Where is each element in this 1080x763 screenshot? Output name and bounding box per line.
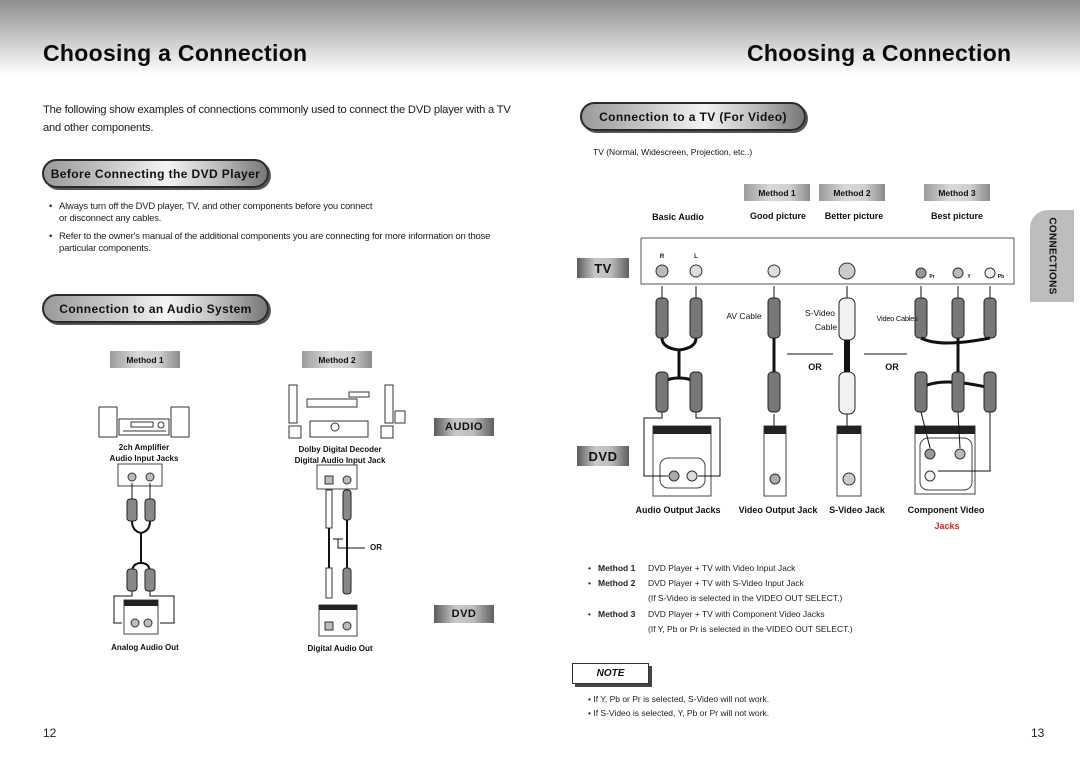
tv-jack-r: R	[659, 254, 665, 260]
method1-caption: Analog Audio Out	[111, 643, 179, 652]
bullet-item: Always turn off the DVD player, TV, and …	[49, 201, 379, 225]
method-row: • Method 2 DVD Player + TV with S-Video In…	[588, 578, 804, 589]
svideo-jack-caption: S-Video Jack	[829, 505, 885, 515]
svideo-cable-label-2: Cable	[814, 322, 838, 332]
method-row-sub: (If Y, Pb or Pr is selected in the VIDEO…	[648, 623, 853, 634]
connections-side-tab: CONNECTIONS	[1030, 210, 1074, 302]
section-heading-audio-system: Connection to an Audio System	[42, 294, 269, 323]
amplifier-illustration	[98, 406, 190, 438]
audio-output-jacks-caption: Audio Output Jacks	[635, 505, 721, 515]
better-picture-label: Better picture	[824, 211, 884, 221]
method-2-tag: Method 2	[302, 351, 372, 368]
page-title-right: Choosing a Connection	[747, 40, 1012, 66]
method-1-tag: Method 1	[110, 351, 180, 368]
method-row: • Method 3 DVD Player + TV with Component …	[588, 608, 825, 619]
before-bullets: Always turn off the DVD player, TV, and …	[49, 201, 509, 261]
best-picture-label: Best picture	[930, 211, 983, 221]
tv-jack-l: L	[694, 254, 698, 260]
audio-or-label: OR	[370, 543, 382, 552]
page-number-left: 12	[43, 726, 57, 740]
side-tab-label: CONNECTIONS	[1046, 217, 1058, 295]
section-heading-text: Connection to an Audio System	[59, 301, 252, 316]
dolby-decoder-illustration	[288, 384, 406, 439]
audio-device-tag: AUDIO	[434, 418, 494, 436]
tv-method-2-tag: Method 2	[819, 184, 885, 201]
bullet-item: Refer to the owner's manual of the addit…	[49, 231, 509, 255]
tv-jack-y: Y	[967, 274, 971, 280]
tv-connection-diagram	[640, 237, 1015, 497]
tv-types-text: TV (Normal, Widescreen, Projection, etc.…	[593, 147, 753, 157]
method-description-list: • Method 1 DVD Player + TV with Video Inpu…	[588, 561, 853, 637]
tv-jack-pb: Pb	[997, 274, 1005, 280]
section-heading-before-connecting: Before Connecting the DVD Player	[42, 159, 269, 188]
good-picture-label: Good picture	[750, 211, 806, 221]
method2-device-line1: Dolby Digital Decoder	[298, 445, 382, 454]
tv-device-tag: TV	[577, 258, 629, 278]
or-label-1: OR	[808, 362, 822, 372]
digital-audio-cable-diagram	[316, 464, 365, 637]
section-heading-tv-video: Connection to a TV (For Video)	[580, 102, 806, 131]
page-number-right: 13	[1031, 726, 1045, 740]
video-cables-label: Video Cables	[876, 314, 918, 323]
note-item: • If S-Video is selected, Y, Pb or Pr wi…	[588, 708, 770, 718]
basic-audio-label: Basic Audio	[652, 212, 704, 222]
method-row-sub: (If S-Video is selected in the VIDEO OUT…	[648, 593, 843, 604]
component-video-caption: Component Video	[907, 505, 985, 515]
analog-audio-cable-diagram	[113, 463, 175, 635]
tv-jack-pr: Pr	[929, 274, 935, 280]
dvd-device-tag-left: DVD	[434, 605, 494, 623]
method1-device-line1: 2ch Amplifier	[118, 443, 170, 452]
video-output-jack-caption: Video Output Jack	[738, 505, 818, 515]
page-title-left: Choosing a Connection	[43, 40, 308, 66]
av-cable-label: AV Cable	[726, 311, 762, 321]
tv-method-3-tag: Method 3	[924, 184, 990, 201]
note-label-box: NOTE	[572, 663, 649, 684]
section-heading-text: Before Connecting the DVD Player	[50, 166, 261, 181]
method2-caption: Digital Audio Out	[307, 644, 373, 653]
intro-text: The following show examples of connectio…	[43, 104, 511, 134]
dvd-device-tag-right: DVD	[577, 446, 629, 466]
svideo-cable-label-1: S-Video	[804, 308, 836, 318]
component-jacks-caption: Jacks	[934, 521, 960, 531]
note-label: NOTE	[596, 668, 625, 679]
or-label-2: OR	[885, 362, 899, 372]
tv-method-1-tag: Method 1	[744, 184, 810, 201]
method-row: • Method 1 DVD Player + TV with Video Inpu…	[588, 563, 796, 573]
section-heading-text: Connection to a TV (For Video)	[599, 109, 787, 124]
note-list: • If Y, Pb or Pr is selected, S-Video wi…	[588, 692, 769, 720]
note-item: • If Y, Pb or Pr is selected, S-Video wi…	[588, 694, 770, 704]
